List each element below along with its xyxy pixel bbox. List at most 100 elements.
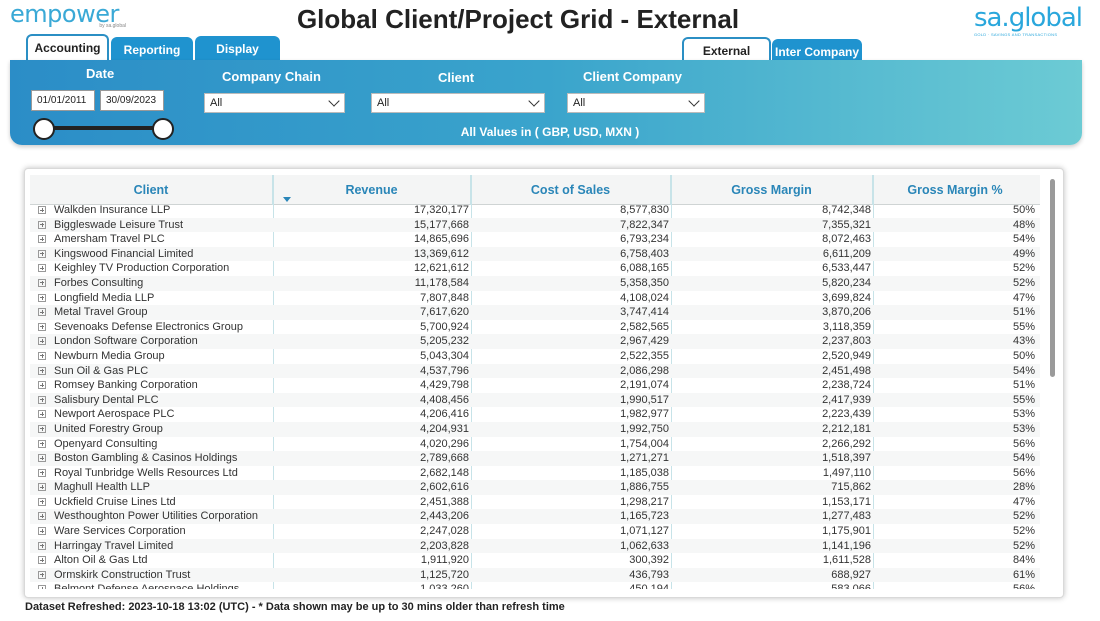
column-header-revenue[interactable]: Revenue [273,175,471,205]
table-row[interactable]: Ware Services Corporation 2,247,028 1,071,… [30,524,1040,539]
expand-row-icon[interactable] [38,264,46,273]
table-row[interactable]: Sevenoaks Defense Electronics Group 5,700… [30,320,1040,335]
expand-row-icon[interactable] [38,454,46,463]
table-row[interactable]: Biggleswade Leisure Trust 15,177,668 7,822… [30,217,1040,233]
expand-row-icon[interactable] [38,308,46,317]
table-row[interactable]: Openyard Consulting 4,020,296 1,754,004 2,2… [30,437,1040,452]
cell-revenue: 4,408,456 [420,393,469,406]
expand-row-icon[interactable] [38,497,46,506]
table-row[interactable]: Salisbury Dental PLC 4,408,456 1,990,517 2,… [30,392,1040,408]
expand-row-icon[interactable] [38,293,46,302]
column-header-client[interactable]: Client [30,175,273,205]
company-chain-dropdown[interactable]: All [204,93,345,113]
table-row[interactable]: Uckfield Cruise Lines Ltd 2,451,388 1,298,… [30,495,1040,510]
expand-row-icon[interactable] [38,366,46,375]
cell-revenue: 5,043,304 [420,349,469,362]
cell-gross-margin-pct: 47% [1012,495,1035,508]
expand-row-icon[interactable] [38,468,46,477]
table-row[interactable]: Forbes Consulting 11,178,584 5,358,350 5,82… [30,275,1040,291]
client-project-grid: Client Revenue Cost of Sales Gross Margi… [24,168,1064,598]
expand-row-icon[interactable] [38,541,46,550]
expand-row-icon[interactable] [38,424,46,433]
sort-descending-icon[interactable] [283,197,291,202]
table-row[interactable]: Newburn Media Group 5,043,304 2,522,355 2,5… [30,349,1040,364]
expand-row-icon[interactable] [38,395,46,404]
table-row[interactable]: Royal Tunbridge Wells Resources Ltd 2,682… [30,466,1040,481]
client-company-dropdown[interactable]: All [567,93,705,113]
cell-gross-margin-pct: 50% [1012,204,1035,216]
table-row[interactable]: Keighley TV Production Corporation 12,621… [30,261,1040,276]
date-end-input[interactable]: 30/09/2023 [100,90,164,111]
table-row[interactable]: Maghull Health LLP 2,602,616 1,886,755 715,… [30,480,1040,495]
cell-revenue: 2,203,828 [420,539,469,552]
expand-row-icon[interactable] [38,570,46,579]
date-start-input[interactable]: 01/01/2011 [31,90,95,111]
expand-row-icon[interactable] [38,512,46,521]
cell-revenue: 7,807,848 [420,291,469,304]
table-row[interactable]: Newport Aerospace PLC 4,206,416 1,982,977 2… [30,407,1040,422]
table-row[interactable]: Boston Gambling & Casinos Holdings 2,789,… [30,451,1040,466]
cell-gross-margin-pct: 28% [1012,481,1035,494]
client-dropdown[interactable]: All [371,93,545,113]
cell-gross-margin: 2,451,498 [822,364,871,377]
cell-client: Newport Aerospace PLC [54,408,175,421]
cell-revenue: 4,429,798 [420,379,469,392]
table-row[interactable]: Ormskirk Construction Trust 1,125,720 436,… [30,567,1040,583]
column-header-gross-margin[interactable]: Gross Margin [671,175,873,205]
expand-row-icon[interactable] [38,278,46,287]
tab-accounting[interactable]: Accounting [26,34,109,60]
table-row[interactable]: Alton Oil & Gas Ltd 1,911,920 300,392 1,611… [30,553,1040,568]
currency-note: All Values in ( GBP, USD, MXN ) [460,125,640,139]
expand-row-icon[interactable] [38,206,46,214]
client-label: Client [438,70,475,85]
cell-cost-of-sales: 450,194 [476,582,669,589]
chevron-down-icon [528,95,540,107]
expand-row-icon[interactable] [38,439,46,448]
table-row[interactable]: Longfield Media LLP 7,807,848 4,108,024 3,6… [30,291,1040,306]
cell-revenue: 4,020,296 [420,437,469,450]
table-row[interactable]: London Software Corporation 5,205,232 2,96… [30,334,1040,349]
expand-row-icon[interactable] [38,351,46,360]
tab-display[interactable]: Display [195,36,280,62]
expand-row-icon[interactable] [38,527,46,536]
cell-revenue: 2,682,148 [420,466,469,479]
table-row[interactable]: Sun Oil & Gas PLC 4,537,796 2,086,298 2,451… [30,363,1040,379]
cell-gross-margin-pct: 52% [1012,262,1035,275]
cell-gross-margin: 2,237,803 [822,335,871,348]
table-row[interactable]: United Forestry Group 4,204,931 1,992,750 2… [30,421,1040,437]
cell-gross-margin: 8,742,348 [822,204,871,216]
cell-gross-margin: 6,611,209 [822,247,871,260]
cell-gross-margin: 1,141,196 [822,539,871,552]
expand-row-icon[interactable] [38,322,46,331]
table-row[interactable]: Harringay Travel Limited 2,203,828 1,062,6… [30,538,1040,554]
expand-row-icon[interactable] [38,249,46,258]
chevron-down-icon [328,95,340,107]
grid-vertical-scrollbar[interactable] [1050,179,1055,377]
table-row[interactable]: Romsey Banking Corporation 4,429,798 2,191… [30,378,1040,393]
cell-client: Longfield Media LLP [54,291,155,304]
cell-cost-of-sales: 1,298,217 [620,495,669,508]
cell-client: Forbes Consulting [54,276,144,289]
table-row[interactable]: Kingswood Financial Limited 13,369,612 6,7… [30,246,1040,262]
expand-row-icon[interactable] [38,585,46,589]
expand-row-icon[interactable] [38,337,46,346]
table-row[interactable]: Belmont Defense Aerospace Holdings 1,033,… [30,582,1040,589]
expand-row-icon[interactable] [38,235,46,244]
cell-gross-margin: 1,497,110 [822,466,871,479]
column-header-gross-margin-pct[interactable]: Gross Margin % [873,175,1037,205]
expand-row-icon[interactable] [38,410,46,419]
table-row[interactable]: Metal Travel Group 7,617,620 3,747,414 3,87… [30,305,1040,320]
expand-row-icon[interactable] [38,220,46,229]
client-company-value: All [573,97,586,109]
table-row[interactable]: Walkden Insurance LLP 17,320,177 8,577,830… [30,203,1040,218]
column-header-cost-of-sales[interactable]: Cost of Sales [471,175,671,205]
table-row[interactable]: Westhoughton Power Utilities Corporation… [30,509,1040,525]
table-row[interactable]: Amersham Travel PLC 14,865,696 6,793,234 8,… [30,232,1040,247]
cell-cost-of-sales: 1,992,750 [620,422,669,435]
cell-cost-of-sales: 1,185,038 [620,466,669,479]
expand-row-icon[interactable] [38,483,46,492]
expand-row-icon[interactable] [38,556,46,565]
cell-revenue: 17,320,177 [413,204,469,216]
expand-row-icon[interactable] [38,381,46,390]
cell-client: Sevenoaks Defense Electronics Group [54,320,243,333]
